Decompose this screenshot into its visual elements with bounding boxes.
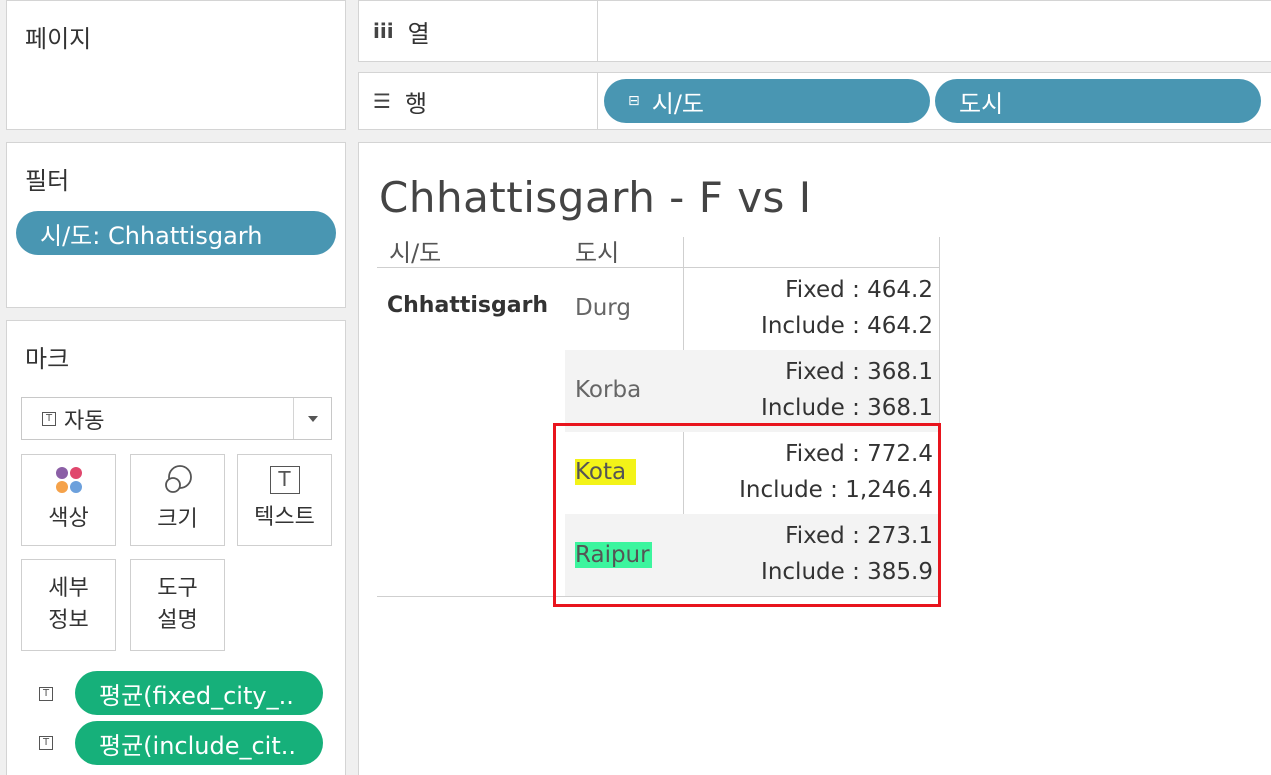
chevron-down-icon[interactable] [293,398,331,439]
detail-label-line1: 세부 [48,576,89,601]
color-dots-icon [55,467,82,493]
rows-label: 행 [404,89,428,118]
row-pill-state-label: 시/도 [651,89,704,118]
rows-icon: ☰ [373,89,391,113]
city-korba[interactable]: Korba [575,377,641,403]
text-label: 텍스트 [254,505,315,530]
columns-label: 열 [407,19,430,48]
field-pill-fixed[interactable]: 평균(fixed_city_.. [75,671,323,715]
header-divider [377,267,939,268]
rows-shelf[interactable]: ☰ 행 ⊟ 시/도 도시 [358,72,1271,130]
tooltip-label-line1: 도구 [157,576,198,601]
mark-type-dropdown[interactable]: T 자동 [21,397,332,440]
detail-button[interactable]: 세부 정보 [21,559,116,651]
text-mark-icon: T [42,411,56,426]
row-pill-city[interactable]: 도시 [935,79,1261,123]
tooltip-button[interactable]: 도구 설명 [130,559,225,651]
filter-pill-state[interactable]: 시/도: Chhattisgarh [16,211,336,255]
text-t-icon: T [269,466,300,494]
text-field-icon: T [39,687,53,701]
columns-icon: iii [373,19,394,43]
filters-panel[interactable]: 필터 시/도: Chhattisgarh [6,142,346,308]
viz-panel[interactable]: Chhattisgarh - F vs I 시/도 도시 Chhattisgar… [358,142,1271,775]
detail-label-line2: 정보 [48,608,89,633]
fixed-value[interactable]: Fixed : 368.1 [785,359,933,385]
header-state: 시/도 [389,239,442,267]
city-durg[interactable]: Durg [575,295,631,321]
header-city: 도시 [575,239,620,267]
collapse-icon[interactable]: ⊟ [628,93,640,109]
row-pill-state[interactable]: ⊟ 시/도 [604,79,930,123]
tooltip-label-line2: 설명 [157,608,198,633]
color-label: 색상 [48,506,89,531]
mark-type-label: 자동 [64,408,105,434]
red-highlight-box [553,423,941,607]
filters-title: 필터 [25,167,70,195]
pages-title: 페이지 [25,25,92,53]
text-button[interactable]: T 텍스트 [237,454,332,546]
size-label: 크기 [157,507,198,532]
marks-title: 마크 [25,345,70,373]
field-pill-include[interactable]: 평균(include_cit.. [75,721,323,765]
fixed-value[interactable]: Fixed : 464.2 [785,277,933,303]
text-field-icon: T [39,736,53,750]
include-value[interactable]: Include : 368.1 [761,395,933,421]
color-button[interactable]: 색상 [21,454,116,546]
state-label: Chhattisgarh [387,293,549,318]
size-circles-icon [164,465,192,493]
pages-panel[interactable]: 페이지 [6,0,346,130]
include-value[interactable]: Include : 464.2 [761,313,933,339]
viz-title: Chhattisgarh - F vs I [379,173,812,222]
columns-shelf[interactable]: iii 열 [358,0,1271,62]
size-button[interactable]: 크기 [130,454,225,546]
marks-panel[interactable]: 마크 T 자동 색상 크기 T 텍스트 세부 정보 도구 설명 T 평균(fix… [6,320,346,775]
